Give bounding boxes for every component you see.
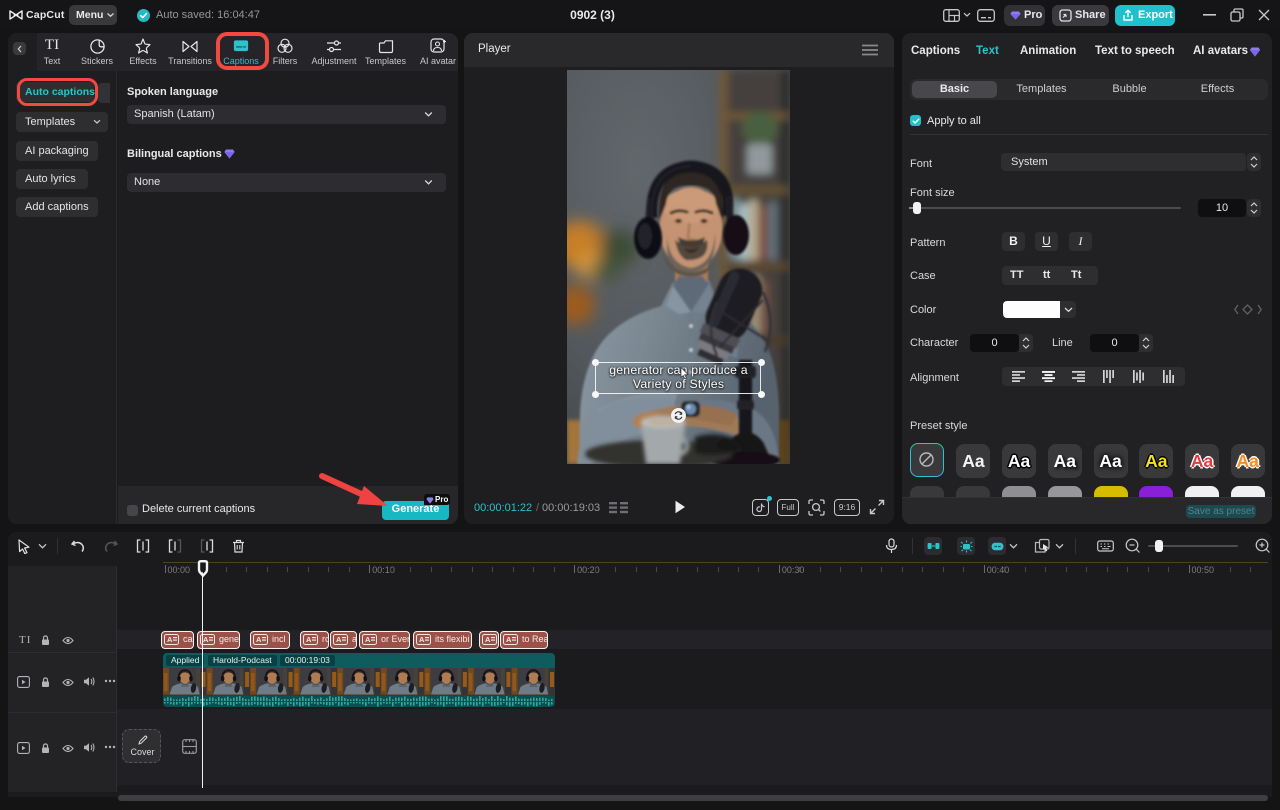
svg-text:A: A — [256, 635, 262, 644]
svg-text:A: A — [167, 635, 173, 644]
svg-text:A: A — [336, 635, 342, 644]
svg-text:A: A — [506, 635, 512, 644]
svg-text:A: A — [419, 635, 425, 644]
svg-text:A: A — [365, 635, 371, 644]
svg-text:A: A — [203, 635, 209, 644]
svg-text:A: A — [485, 635, 491, 644]
svg-text:A: A — [306, 635, 312, 644]
